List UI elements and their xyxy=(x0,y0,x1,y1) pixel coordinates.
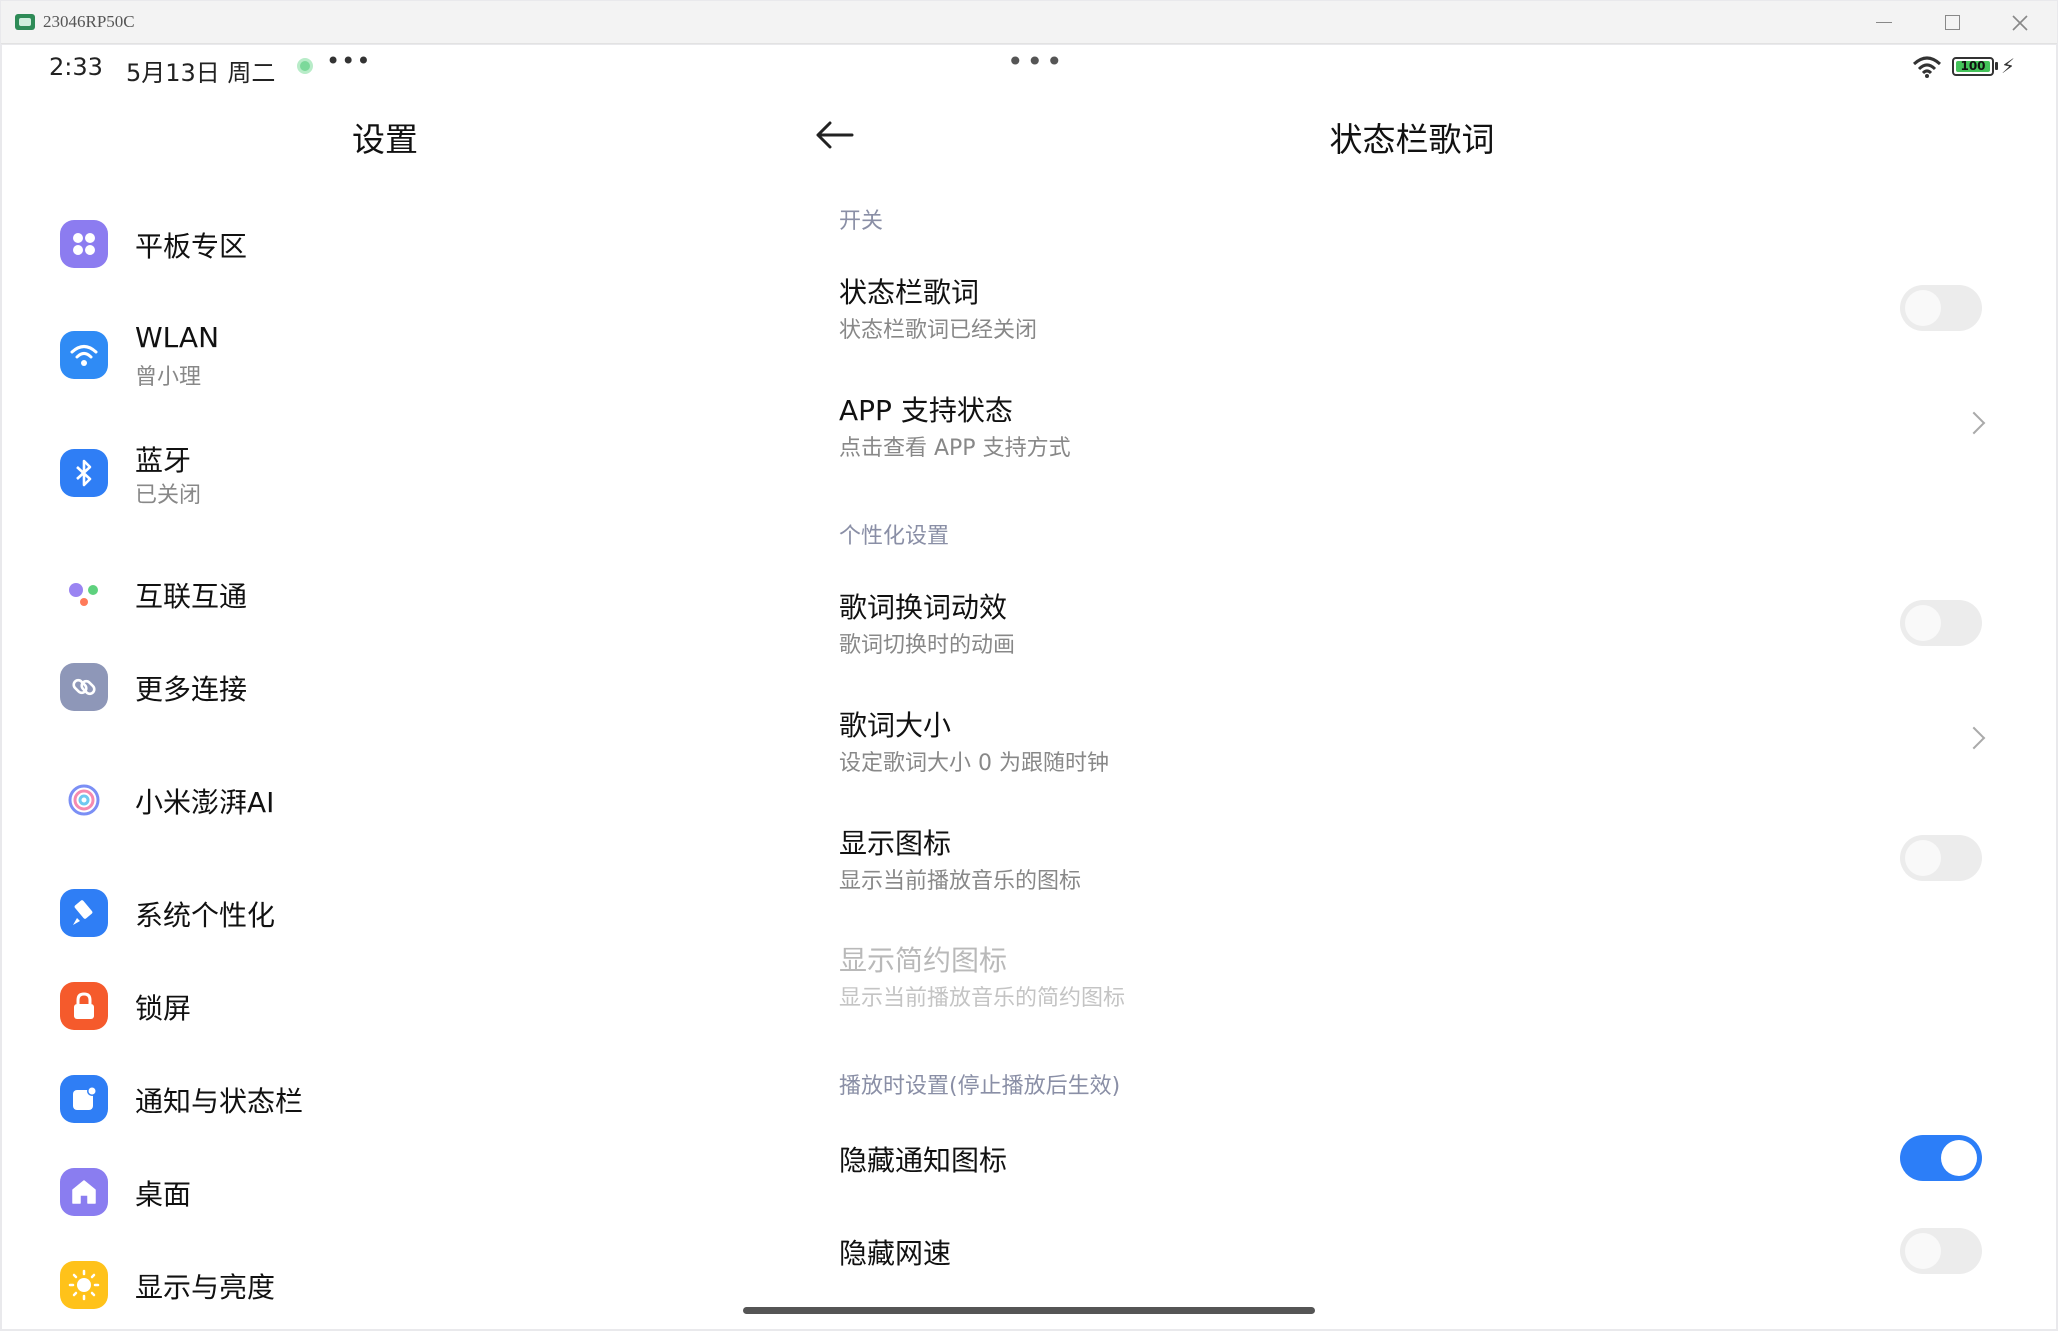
settings-item-hyperai[interactable]: 小米澎湃AI xyxy=(60,766,740,846)
ai-swirl-icon xyxy=(60,776,108,824)
settings-item-more-connections[interactable]: 更多连接 xyxy=(60,653,740,733)
charging-icon: ⚡ xyxy=(2001,54,2016,78)
home-icon xyxy=(60,1168,108,1216)
row-title: 状态栏歌词 xyxy=(839,276,980,309)
toggle-knob xyxy=(1905,840,1941,876)
row-subtitle: 歌词切换时的动画 xyxy=(839,633,1016,658)
window-titlebar: 23046RP50C xyxy=(1,1,2057,44)
settings-item-sublabel: 已关闭 xyxy=(135,483,202,508)
settings-item-sublabel: 曾小理 xyxy=(135,365,202,390)
settings-item-label: 锁屏 xyxy=(135,992,192,1025)
battery-tip xyxy=(1995,62,1998,70)
settings-item-tablet-zone[interactable]: 平板专区 xyxy=(60,210,740,290)
chevron-right-icon xyxy=(1962,411,1986,435)
row-title: 隐藏通知图标 xyxy=(839,1144,1008,1177)
minimize-button[interactable] xyxy=(1851,1,1917,44)
brush-icon xyxy=(60,889,108,937)
row-title: 显示图标 xyxy=(839,827,952,860)
wifi-icon xyxy=(60,331,108,379)
animation-toggle[interactable] xyxy=(1900,600,1982,646)
row-title: 歌词换词动效 xyxy=(839,591,1008,624)
settings-item-label: 互联互通 xyxy=(135,580,248,613)
settings-item-label: 显示与亮度 xyxy=(135,1271,276,1304)
interconnect-icon xyxy=(60,570,108,618)
maximize-icon xyxy=(1944,15,1960,30)
bluetooth-icon xyxy=(60,449,108,497)
hide-notification-toggle[interactable] xyxy=(1900,1135,1982,1181)
toggle-knob xyxy=(1905,605,1941,641)
close-button[interactable] xyxy=(1987,1,2053,44)
app-icon xyxy=(15,14,35,30)
settings-item-label: 平板专区 xyxy=(135,230,248,263)
row-title: 歌词大小 xyxy=(839,709,952,742)
row-subtitle: 设定歌词大小 0 为跟随时钟 xyxy=(839,751,1109,776)
settings-item-interconnect[interactable]: 互联互通 xyxy=(60,560,740,640)
sun-icon xyxy=(60,1261,108,1309)
lock-icon xyxy=(60,982,108,1030)
chevron-right-icon xyxy=(1962,726,1986,750)
settings-item-label: 更多连接 xyxy=(135,673,248,706)
link-icon xyxy=(60,663,108,711)
row-title: APP 支持状态 xyxy=(839,394,1013,427)
toggle-knob xyxy=(1941,1140,1977,1176)
row-subtitle: 显示当前播放音乐的图标 xyxy=(839,869,1082,894)
row-title: 隐藏网速 xyxy=(839,1237,952,1270)
battery-level: 100 xyxy=(1960,59,1986,73)
maximize-button[interactable] xyxy=(1919,1,1985,44)
settings-item-bluetooth[interactable]: 蓝牙 已关闭 xyxy=(60,439,740,519)
settings-item-label: 通知与状态栏 xyxy=(135,1085,304,1118)
wifi-signal-icon xyxy=(1912,56,1942,78)
row-subtitle: 点击查看 APP 支持方式 xyxy=(839,436,1071,461)
row-title: 显示简约图标 xyxy=(839,944,1008,977)
section-header-playback: 播放时设置(停止播放后生效) xyxy=(839,1074,1121,1099)
row-subtitle: 显示当前播放音乐的简约图标 xyxy=(839,986,1126,1011)
notification-icon xyxy=(60,1075,108,1123)
settings-item-display[interactable]: 显示与亮度 xyxy=(60,1251,740,1329)
multiwindow-handle-icon[interactable]: ••• xyxy=(1007,45,1066,78)
tablet-zone-icon xyxy=(60,220,108,268)
minimize-icon xyxy=(1876,21,1892,24)
settings-item-lockscreen[interactable]: 锁屏 xyxy=(60,972,740,1052)
gesture-home-bar[interactable] xyxy=(743,1307,1315,1314)
settings-item-label: 蓝牙 xyxy=(135,444,192,477)
settings-item-label: 系统个性化 xyxy=(135,899,276,932)
toggle-knob xyxy=(1905,1233,1941,1269)
settings-item-wlan[interactable]: WLAN 曾小理 xyxy=(60,321,740,401)
show-icon-toggle[interactable] xyxy=(1900,835,1982,881)
settings-list: 平板专区 WLAN 曾小理 蓝牙 已关闭 互联互通 更多连接 小米澎湃AI 系统… xyxy=(2,45,768,1329)
section-header-switch: 开关 xyxy=(839,209,884,234)
row-subtitle: 状态栏歌词已经关闭 xyxy=(839,318,1038,343)
window-title: 23046RP50C xyxy=(43,12,135,31)
section-header-personalization: 个性化设置 xyxy=(839,524,950,549)
settings-item-label: 小米澎湃AI xyxy=(135,786,275,819)
settings-item-label: WLAN xyxy=(135,321,220,354)
page-title: 状态栏歌词 xyxy=(1329,120,1495,159)
lyrics-toggle[interactable] xyxy=(1900,285,1982,331)
settings-item-notifications[interactable]: 通知与状态栏 xyxy=(60,1065,740,1145)
settings-item-personalization[interactable]: 系统个性化 xyxy=(60,879,740,959)
battery-icon: 100 xyxy=(1952,57,1994,76)
settings-item-desktop[interactable]: 桌面 xyxy=(60,1158,740,1238)
hide-speed-toggle[interactable] xyxy=(1900,1228,1982,1274)
device-screen: 2:33 5月13日 周二 ••• ••• 100 ⚡ 设置 平板专区 WLAN… xyxy=(2,45,2056,1329)
toggle-knob xyxy=(1905,290,1941,326)
settings-item-label: 桌面 xyxy=(135,1178,192,1211)
close-icon xyxy=(2012,14,2028,31)
